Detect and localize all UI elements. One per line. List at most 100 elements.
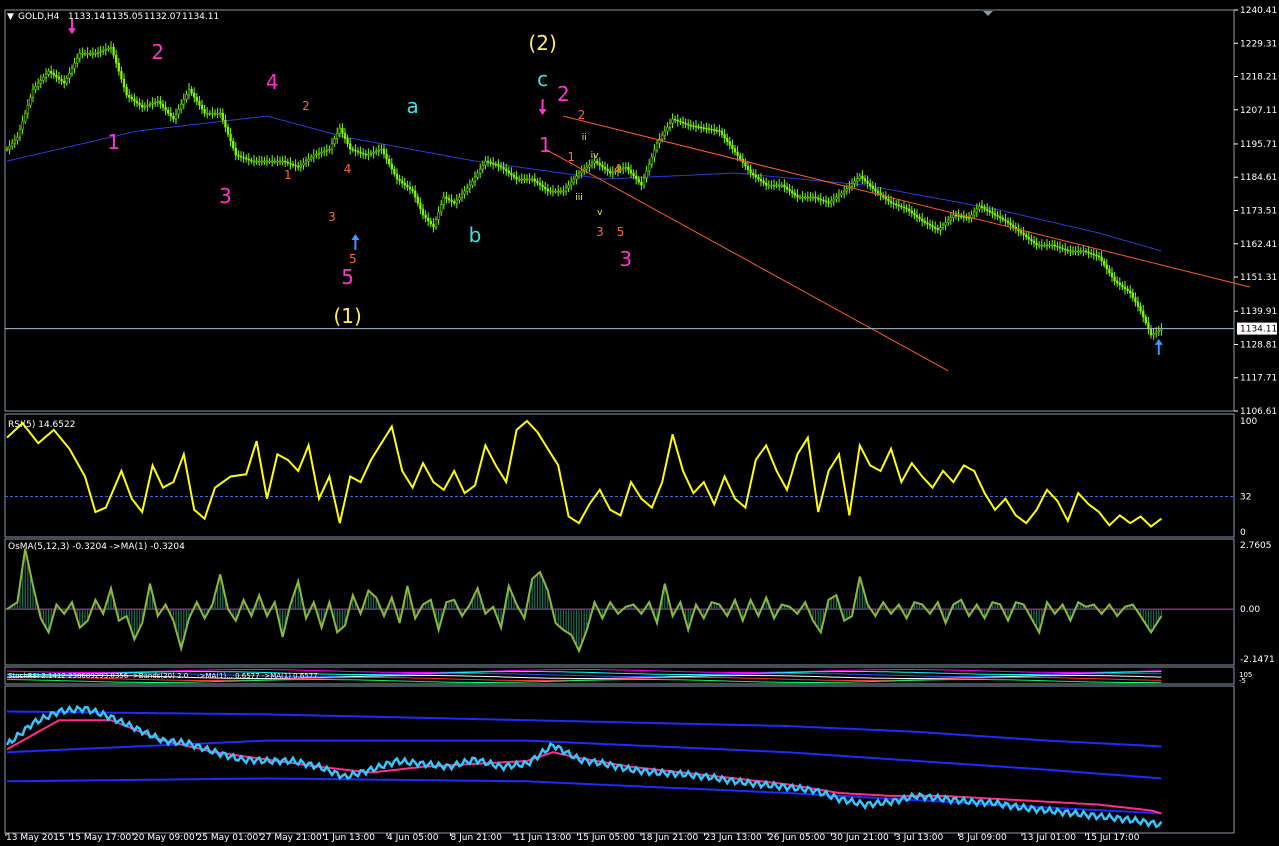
candle-body — [398, 178, 401, 182]
candle-body — [486, 160, 490, 163]
time-tick-label: 23 Jun 13:00 — [705, 833, 762, 842]
candle-body — [291, 163, 295, 166]
candle-body — [102, 49, 105, 52]
candle-body — [1113, 276, 1116, 282]
candle-body — [330, 143, 334, 150]
candle-body — [1110, 272, 1114, 278]
candle-body — [858, 175, 861, 179]
candle-body — [354, 149, 357, 152]
candle-body — [1136, 301, 1140, 307]
candle-body — [297, 165, 300, 168]
candle-body — [359, 151, 362, 154]
candle-body — [156, 100, 159, 103]
candle-body — [128, 94, 131, 98]
candle-body — [694, 125, 698, 128]
candle-body — [57, 76, 61, 80]
candle-body — [73, 62, 76, 69]
candle-body — [697, 126, 700, 128]
candle-body — [81, 52, 84, 55]
candle-body — [991, 211, 994, 214]
candle-body — [177, 108, 180, 115]
candle-body — [1108, 268, 1111, 274]
candle-body — [713, 129, 716, 131]
time-tick-label: 15 May 17:00 — [70, 833, 132, 842]
candle-body — [63, 80, 66, 84]
candle-body — [707, 128, 711, 130]
candle-body — [910, 210, 913, 214]
price-tick-label: 1128.81 — [1240, 340, 1277, 350]
price-tick-label: 1139.91 — [1240, 307, 1277, 317]
candle-body — [143, 105, 146, 108]
candle-body — [1149, 328, 1153, 336]
candle-body — [822, 199, 825, 202]
candle-body — [507, 170, 510, 174]
symbol-menu-icon[interactable]: ▼ — [7, 12, 14, 22]
candle-body — [193, 92, 196, 98]
candle-body — [793, 192, 796, 196]
candle-body — [148, 103, 152, 106]
candle-body — [622, 167, 625, 170]
candle-body — [921, 218, 924, 222]
candle-body — [1074, 250, 1077, 253]
candle-body — [341, 127, 344, 134]
symbol-header[interactable]: ▼ GOLD,H4 1133.14 1135.05 1132.07 1134.1… — [7, 12, 219, 22]
candle-body — [312, 154, 315, 158]
candle-body — [510, 172, 513, 176]
candle-body — [276, 160, 279, 163]
candle-body — [13, 139, 16, 144]
candle-body — [973, 211, 976, 216]
candle-body — [187, 88, 191, 95]
candle-body — [567, 184, 570, 189]
candle-body — [944, 222, 947, 226]
candle-body — [710, 128, 713, 131]
candle-body — [247, 158, 250, 161]
candle-body — [289, 162, 292, 165]
candle-body — [388, 158, 391, 165]
candle-body — [1006, 220, 1010, 224]
wave-label: v — [597, 208, 603, 218]
wave-label: 1 — [107, 130, 120, 154]
ohlc-open: 1133.14 — [68, 12, 105, 22]
wave-label: 3 — [219, 184, 232, 208]
candle-body — [806, 196, 809, 199]
candle-body — [975, 208, 978, 213]
candle-body — [138, 102, 141, 106]
candle-body — [1155, 331, 1158, 334]
candle-body — [531, 178, 534, 181]
time-tick-label: 13 May 2015 — [6, 833, 65, 842]
candle-body — [284, 160, 287, 163]
candle-body — [1053, 244, 1056, 247]
time-tick-label: 8 Jun 21:00 — [451, 833, 503, 842]
candle-body — [1139, 306, 1142, 312]
candle-body — [1038, 244, 1041, 247]
candle-body — [273, 160, 276, 163]
candle-body — [897, 204, 900, 207]
candle-body — [728, 141, 731, 146]
candle-body — [112, 46, 115, 56]
candle-body — [624, 166, 627, 169]
symbol-title: GOLD,H4 — [18, 12, 60, 22]
candle-body — [320, 151, 323, 154]
candle-body — [356, 150, 360, 153]
time-tick-label: 18 Jun 21:00 — [641, 833, 698, 842]
candle-body — [811, 196, 815, 199]
candle-body — [377, 149, 380, 152]
candle-body — [271, 160, 274, 163]
wave-label: 3 — [596, 225, 604, 239]
candle-body — [1087, 251, 1090, 254]
osma-tick-label: 0.00 — [1240, 605, 1260, 615]
candle-body — [460, 193, 464, 198]
candle-body — [684, 122, 687, 125]
candle-body — [437, 211, 440, 220]
candle-body — [323, 150, 326, 153]
wave-label: 4 — [266, 70, 279, 94]
candle-body — [668, 122, 672, 128]
candle-body — [281, 160, 284, 163]
candle-body — [135, 100, 139, 104]
candle-body — [1157, 330, 1160, 333]
candle-body — [265, 160, 269, 163]
candle-body — [512, 174, 516, 178]
candle-body — [226, 126, 230, 135]
candle-body — [814, 196, 817, 199]
candle-body — [351, 148, 354, 151]
